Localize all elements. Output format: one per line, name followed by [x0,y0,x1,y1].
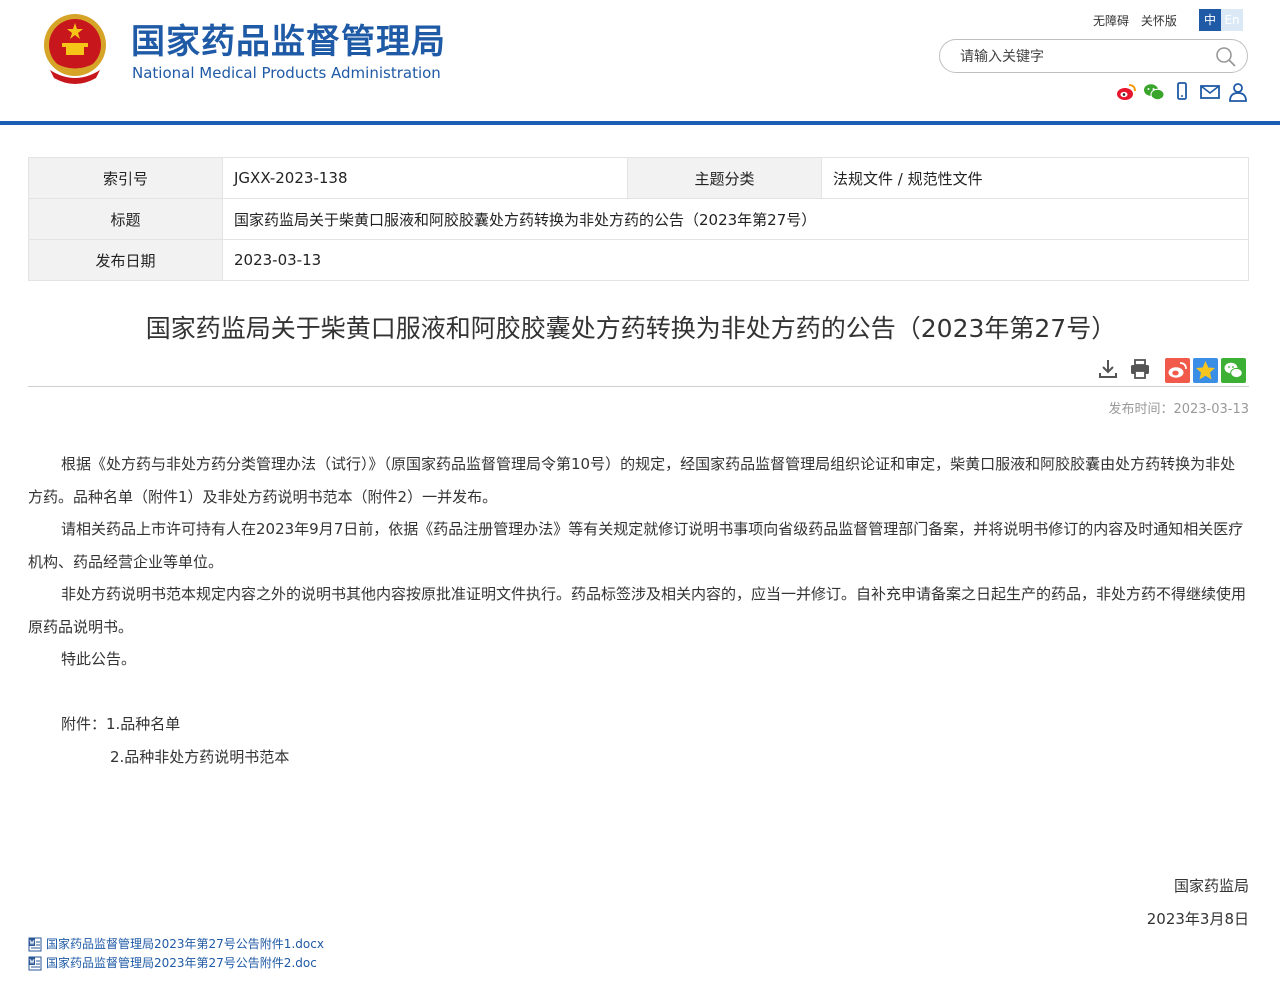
publish-time: 发布时间：2023-03-13 [1108,402,1249,417]
weibo-share-icon[interactable] [1165,358,1190,383]
date-value: 2023-03-13 [222,239,1249,281]
attachment-link-2[interactable]: 国家药品监督管理局2023年第27号公告附件2.doc [28,954,324,973]
word-file-icon [28,937,42,952]
article-body: 根据《处方药与非处方药分类管理办法（试行）》（原国家药品监督管理局令第10号）的… [28,448,1250,773]
title-divider [28,386,1249,387]
category-label: 主题分类 [627,157,822,199]
print-icon[interactable] [1129,358,1151,380]
header-divider-bar [0,121,1280,125]
accessibility-link[interactable]: 无障碍 [1093,14,1129,28]
paragraph: 特此公告。 [61,650,137,668]
index-value: JGXX-2023-138 [222,157,628,199]
info-row-index: 索引号 JGXX-2023-138 主题分类 法规文件 / 规范性文件 [28,157,1249,199]
mobile-icon[interactable] [1171,82,1193,102]
paragraph: 根据《处方药与非处方药分类管理办法（试行）》（原国家药品监督管理局令第10号）的… [28,455,1236,506]
social-links [1115,82,1249,102]
site-title-en[interactable]: National Medical Products Administration [132,64,441,82]
wechat-icon[interactable] [1143,82,1165,102]
search-input[interactable] [958,46,1202,68]
attachment-link-1-label[interactable]: 国家药品监督管理局2023年第27号公告附件1.docx [46,935,324,954]
qzone-share-icon[interactable] [1193,358,1218,383]
search-box [939,39,1248,73]
national-emblem-icon[interactable] [40,12,110,84]
weibo-icon[interactable] [1115,82,1137,102]
article-tools [1097,358,1151,380]
title-value: 国家药监局关于柴黄口服液和阿胶胶囊处方药转换为非处方药的公告（2023年第27号… [222,198,1249,240]
wechat-share-icon[interactable] [1221,358,1246,383]
site-header: 国家药品监督管理局 National Medical Products Admi… [0,0,1280,121]
category-value: 法规文件 / 规范性文件 [821,157,1249,199]
top-links: 无障碍 关怀版 [1093,12,1185,29]
user-icon[interactable] [1227,82,1249,102]
attachment-line-2: 2.品种非处方药说明书范本 [110,747,290,766]
signer: 国家药监局 [1173,877,1249,895]
paragraph: 请相关药品上市许可持有人在2023年9月7日前，依据《药品注册管理办法》等有关规… [28,520,1244,571]
document-info-table: 索引号 JGXX-2023-138 主题分类 法规文件 / 规范性文件 标题 国… [28,157,1249,281]
share-buttons [1165,358,1246,383]
article-title: 国家药监局关于柴黄口服液和阿胶胶囊处方药转换为非处方药的公告（2023年第27号… [145,314,1117,343]
attachment-link-1[interactable]: 国家药品监督管理局2023年第27号公告附件1.docx [28,935,324,954]
sign-date: 2023年3月8日 [1146,909,1249,928]
site-title-cn[interactable]: 国家药品监督管理局 [131,14,446,63]
date-label: 发布日期 [28,239,223,281]
index-label: 索引号 [28,157,223,199]
signature-block: 国家药监局 2023年3月8日 [1147,870,1249,935]
info-row-date: 发布日期 2023-03-13 [28,239,1249,281]
paragraph: 非处方药说明书范本规定内容之外的说明书其他内容按原批准证明文件执行。药品标签涉及… [28,585,1247,636]
lang-en-button[interactable]: En [1221,9,1243,31]
info-row-title: 标题 国家药监局关于柴黄口服液和阿胶胶囊处方药转换为非处方药的公告（2023年第… [28,198,1249,240]
attachment-link-2-label[interactable]: 国家药品监督管理局2023年第27号公告附件2.doc [46,954,317,973]
search-icon[interactable] [1215,46,1237,68]
download-icon[interactable] [1097,358,1119,380]
attachment-files: 国家药品监督管理局2023年第27号公告附件1.docx 国家药品监督管理局20… [28,935,324,973]
attachment-line-1: 附件：1.品种名单 [61,715,181,733]
title-label: 标题 [28,198,223,240]
word-file-icon [28,956,42,971]
care-mode-link[interactable]: 关怀版 [1141,14,1177,28]
mail-icon[interactable] [1199,82,1221,102]
lang-cn-button[interactable]: 中 [1199,9,1221,31]
language-switch: 中 En [1199,9,1243,31]
